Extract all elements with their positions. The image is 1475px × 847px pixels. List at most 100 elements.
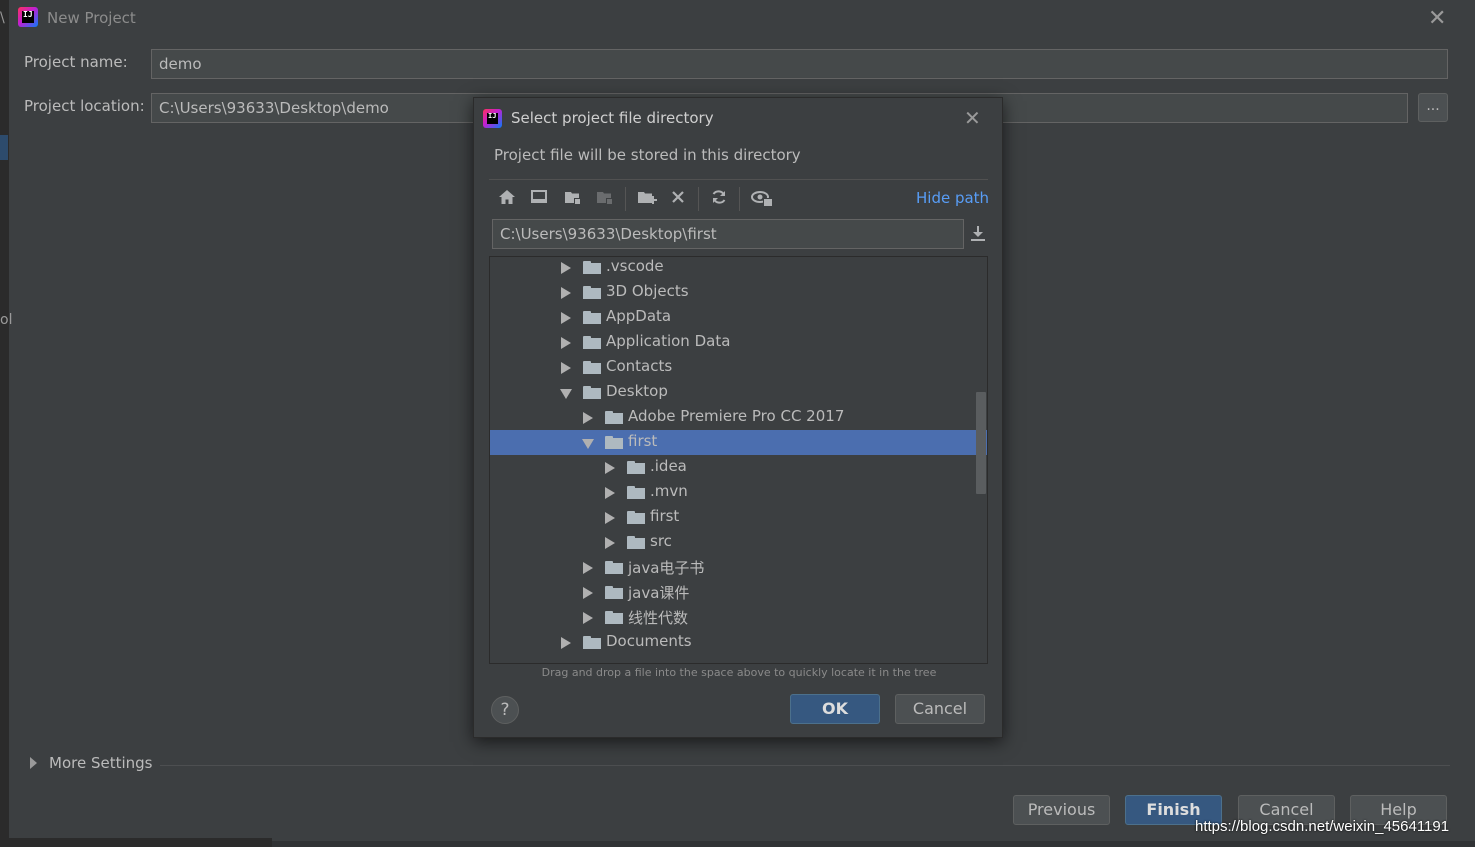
tree-row[interactable]: Adobe Premiere Pro CC 2017 xyxy=(490,405,987,430)
left-edge-top-text: \ xyxy=(0,10,5,26)
module-folder-icon[interactable] xyxy=(593,189,617,209)
tree-row-label: java电子书 xyxy=(628,559,705,577)
tree-row-label: .mvn xyxy=(650,482,688,500)
tree-row-label: AppData xyxy=(606,307,672,325)
folder-icon xyxy=(583,361,601,374)
desktop-icon[interactable] xyxy=(527,189,551,209)
tree-scrollbar-thumb[interactable] xyxy=(976,392,986,494)
expand-right-icon[interactable] xyxy=(605,487,615,499)
bottom-strip xyxy=(0,838,272,847)
tree-row[interactable]: java课件 xyxy=(490,580,987,605)
expand-right-icon[interactable] xyxy=(605,462,615,474)
refresh-icon[interactable] xyxy=(707,189,731,209)
tree-row-label: Adobe Premiere Pro CC 2017 xyxy=(628,407,845,425)
folder-icon xyxy=(583,261,601,274)
previous-button[interactable]: Previous xyxy=(1013,795,1110,825)
folder-icon xyxy=(583,636,601,649)
tree-row-label: .vscode xyxy=(606,257,664,275)
select-directory-dialog: IJ Select project file directory ✕ Proje… xyxy=(473,97,1003,738)
dialog-description: Project file will be stored in this dire… xyxy=(494,146,801,164)
dialog-help-icon[interactable]: ? xyxy=(491,696,519,724)
delete-icon[interactable] xyxy=(666,189,690,209)
tree-row-label: src xyxy=(650,532,672,550)
tree-row[interactable]: Application Data xyxy=(490,330,987,355)
show-hidden-icon[interactable] xyxy=(750,189,774,209)
window-title: New Project xyxy=(47,9,136,27)
dialog-divider xyxy=(489,179,988,180)
expand-down-icon[interactable] xyxy=(582,439,594,449)
tree-row-label: Contacts xyxy=(606,357,673,375)
folder-icon xyxy=(605,411,623,424)
folder-icon xyxy=(605,586,623,599)
tree-row[interactable]: 线性代数 xyxy=(490,605,987,630)
expand-right-icon[interactable] xyxy=(561,362,571,374)
home-icon[interactable] xyxy=(495,189,519,209)
folder-icon xyxy=(627,486,645,499)
new-folder-icon[interactable] xyxy=(635,189,659,209)
directory-path-input[interactable] xyxy=(492,219,964,249)
dialog-cancel-button[interactable]: Cancel xyxy=(895,694,985,724)
expand-right-icon[interactable] xyxy=(583,612,593,624)
left-edge-text: ol xyxy=(0,312,13,328)
folder-icon xyxy=(627,536,645,549)
download-icon[interactable] xyxy=(970,225,986,243)
folder-icon xyxy=(583,286,601,299)
tree-row-label: first xyxy=(628,432,658,450)
folder-icon xyxy=(583,311,601,324)
tree-row-label: Desktop xyxy=(606,382,668,400)
expand-right-icon[interactable] xyxy=(561,337,571,349)
tree-row[interactable]: Desktop xyxy=(490,380,987,405)
project-name-label: Project name: xyxy=(24,53,128,71)
more-settings-expand-icon[interactable] xyxy=(30,757,37,769)
tree-row-label: java课件 xyxy=(628,584,690,602)
window-close-icon[interactable]: ✕ xyxy=(1428,6,1446,31)
tree-row[interactable]: first xyxy=(490,430,987,455)
tree-row[interactable]: java电子书 xyxy=(490,555,987,580)
project-folder-icon[interactable] xyxy=(561,189,585,209)
toolbar-separator xyxy=(625,187,626,211)
drag-drop-hint: Drag and drop a file into the space abov… xyxy=(541,666,937,679)
project-name-input[interactable] xyxy=(151,49,1448,79)
browse-button[interactable]: ... xyxy=(1418,93,1448,122)
expand-right-icon[interactable] xyxy=(583,412,593,424)
dialog-close-icon[interactable]: ✕ xyxy=(964,106,981,130)
tree-row[interactable]: 3D Objects xyxy=(490,280,987,305)
tree-row-label: first xyxy=(650,507,680,525)
tree-row[interactable]: Documents xyxy=(490,630,987,655)
toolbar-separator xyxy=(698,187,699,211)
more-settings-toggle[interactable]: More Settings xyxy=(49,754,152,772)
tree-row[interactable]: src xyxy=(490,530,987,555)
expand-right-icon[interactable] xyxy=(561,312,571,324)
project-location-label: Project location: xyxy=(24,97,145,115)
folder-icon xyxy=(605,436,623,449)
tree-row[interactable]: .mvn xyxy=(490,480,987,505)
expand-right-icon[interactable] xyxy=(561,287,571,299)
tree-row[interactable]: AppData xyxy=(490,305,987,330)
expand-right-icon[interactable] xyxy=(605,512,615,524)
hide-path-link[interactable]: Hide path xyxy=(916,189,989,207)
expand-right-icon[interactable] xyxy=(583,587,593,599)
expand-down-icon[interactable] xyxy=(560,389,572,399)
tree-row[interactable]: .idea xyxy=(490,455,987,480)
expand-right-icon[interactable] xyxy=(583,562,593,574)
tree-row-label: .idea xyxy=(650,457,687,475)
folder-icon xyxy=(605,561,623,574)
ok-button[interactable]: OK xyxy=(790,694,880,724)
expand-right-icon[interactable] xyxy=(561,262,571,274)
expand-right-icon[interactable] xyxy=(561,637,571,649)
tree-row-label: Application Data xyxy=(606,332,731,350)
tree-row[interactable]: first xyxy=(490,505,987,530)
tree-row-label: 线性代数 xyxy=(628,609,689,627)
more-settings-divider xyxy=(160,765,1450,766)
tree-row-label: 3D Objects xyxy=(606,282,689,300)
directory-tree[interactable]: .vscode 3D Objects AppData Application Data… xyxy=(489,256,988,664)
folder-icon xyxy=(605,611,623,624)
folder-icon xyxy=(627,511,645,524)
expand-right-icon[interactable] xyxy=(605,537,615,549)
toolbar-separator xyxy=(739,187,740,211)
intellij-logo-icon: IJ xyxy=(483,109,502,128)
tree-row[interactable]: .vscode xyxy=(490,257,987,280)
folder-icon xyxy=(583,386,601,399)
left-edge-accent xyxy=(0,135,8,160)
tree-row[interactable]: Contacts xyxy=(490,355,987,380)
